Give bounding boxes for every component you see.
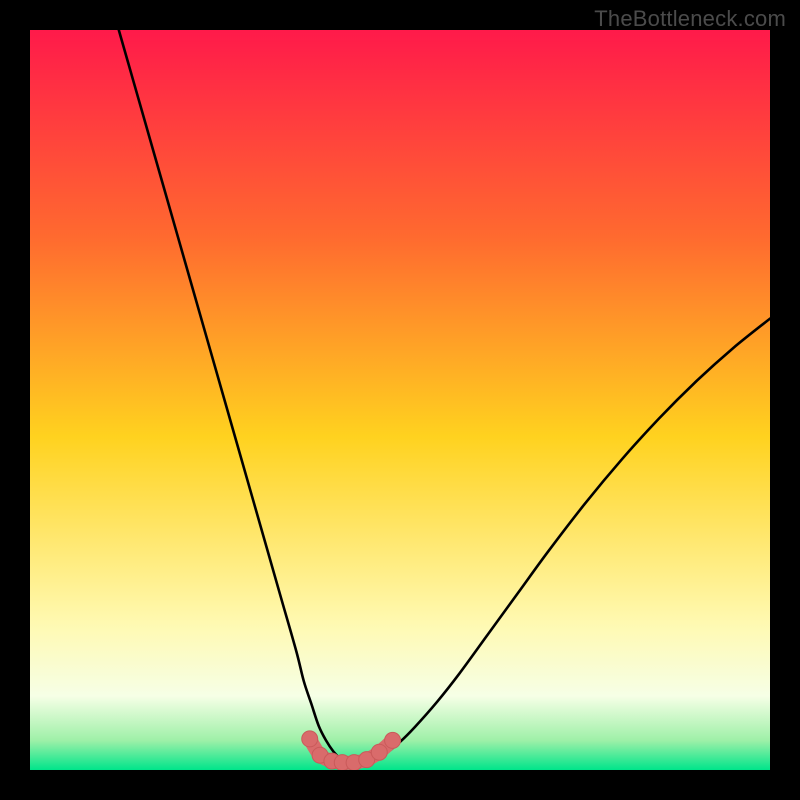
bottleneck-curve bbox=[119, 30, 770, 763]
chart-svg bbox=[30, 30, 770, 770]
marker-dot bbox=[385, 732, 401, 748]
plot-area bbox=[30, 30, 770, 770]
marker-dot bbox=[371, 744, 387, 760]
watermark-text: TheBottleneck.com bbox=[594, 6, 786, 32]
chart-stage: TheBottleneck.com bbox=[0, 0, 800, 800]
marker-dot bbox=[302, 731, 318, 747]
